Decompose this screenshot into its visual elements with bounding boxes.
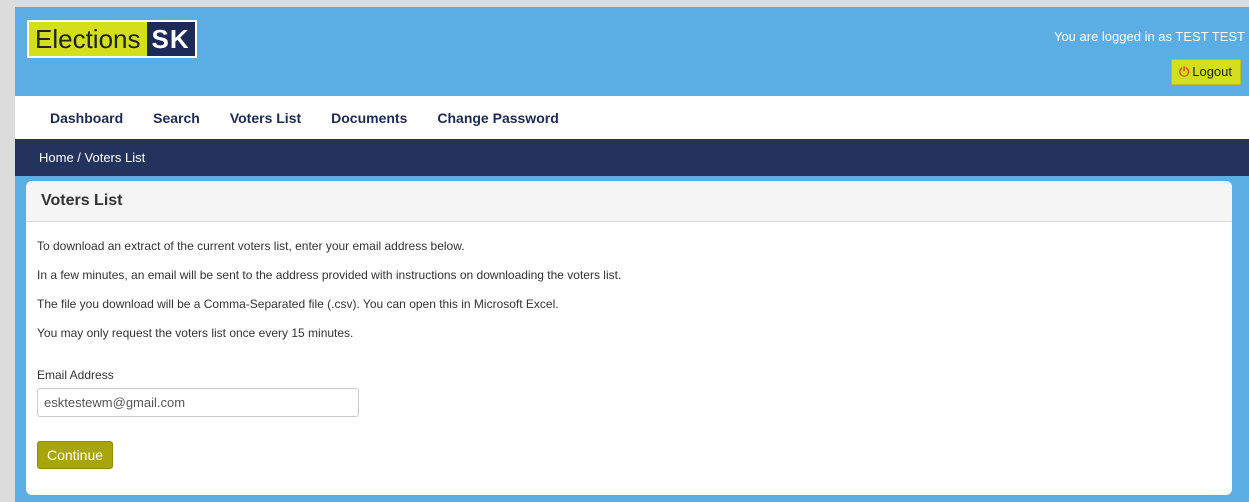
voters-list-panel: Voters List To download an extract of th… [26, 181, 1232, 495]
instruction-text: In a few minutes, an email will be sent … [37, 268, 622, 282]
logout-label: Logout [1192, 64, 1232, 79]
logo-text-sk: SK [146, 22, 195, 56]
instruction-text: To download an extract of the current vo… [37, 239, 465, 253]
breadcrumb: Home / Voters List [15, 139, 1249, 176]
nav-item-search[interactable]: Search [153, 110, 200, 126]
panel-title: Voters List [26, 181, 1232, 222]
app-window: Elections SK You are logged in as TEST T… [15, 7, 1249, 502]
logout-button[interactable]: ⏻ Logout [1170, 59, 1241, 85]
panel-body: To download an extract of the current vo… [26, 222, 1232, 469]
elections-sk-logo[interactable]: Elections SK [27, 20, 197, 58]
nav-item-documents[interactable]: Documents [331, 110, 407, 126]
breadcrumb-current: Voters List [84, 150, 146, 165]
logo-text-elections: Elections [29, 22, 147, 56]
login-status: You are logged in as TEST TEST [1053, 29, 1245, 44]
breadcrumb-separator: / [73, 150, 85, 165]
instruction-text: The file you download will be a Comma-Se… [37, 297, 559, 311]
instruction-text: You may only request the voters list onc… [37, 326, 354, 340]
nav-item-dashboard[interactable]: Dashboard [50, 110, 123, 126]
power-icon: ⏻ [1178, 64, 1190, 79]
continue-button[interactable]: Continue [37, 441, 114, 469]
site-header: Elections SK You are logged in as TEST T… [15, 7, 1249, 96]
email-address-label: Email Address [37, 368, 114, 382]
main-nav: Dashboard Search Voters List Documents C… [15, 96, 1249, 139]
nav-item-change-password[interactable]: Change Password [437, 110, 558, 126]
email-input[interactable] [37, 388, 359, 417]
nav-item-voters-list[interactable]: Voters List [230, 110, 301, 126]
breadcrumb-home[interactable]: Home [39, 150, 74, 165]
